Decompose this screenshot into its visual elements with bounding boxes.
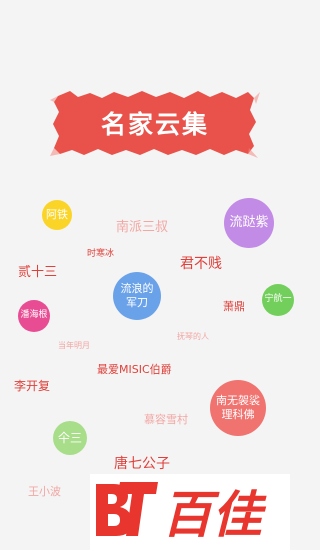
- banner-title: 名家云集: [100, 110, 209, 139]
- bubble-ge-san[interactable]: 仐三: [53, 421, 87, 455]
- bubble-label: 潘海根: [20, 310, 48, 321]
- word-jun-bu-jian[interactable]: 君不贱: [180, 257, 222, 271]
- brand-logo: 百佳: [90, 474, 290, 550]
- title-banner: 名家云集: [50, 88, 260, 158]
- word-tang-qi-gong-zi[interactable]: 唐七公子: [114, 457, 170, 471]
- word-er-shi-san[interactable]: 贰十三: [18, 266, 57, 279]
- bubble-label-line2: 军刀: [126, 296, 148, 309]
- brand-logo-text: 百佳: [162, 486, 267, 544]
- word-dang-nian-ming-yue[interactable]: 当年明月: [58, 342, 90, 350]
- bubble-pan-hai-gen[interactable]: 潘海根: [18, 300, 50, 332]
- bubble-nan-wu-jia-sha-li-ke-fo[interactable]: 南无袈裟 理科佛: [210, 380, 266, 436]
- bubble-label: 流跶紫: [229, 214, 269, 230]
- bubble-label: 宁航一: [264, 294, 292, 305]
- bubble-label-line1: 流浪的: [120, 282, 154, 296]
- bubble-label: 仐三: [57, 430, 82, 445]
- word-wang-xiao-bo[interactable]: 王小波: [28, 486, 61, 497]
- word-xiao-ding[interactable]: 萧鼎: [223, 301, 245, 312]
- bubble-label: 阿铁: [46, 208, 68, 222]
- brand-logo-mark: 百佳: [96, 482, 267, 544]
- bubble-liu-lang-de-jun-dao[interactable]: 流浪的 军刀: [113, 272, 161, 320]
- bubble-liu-zhi-zi[interactable]: 流跶紫: [224, 198, 274, 248]
- word-shi-han-bing[interactable]: 时寒冰: [87, 250, 114, 259]
- word-nan-pai-san-shu[interactable]: 南派三叔: [116, 221, 168, 234]
- word-zui-ai-music-bo-jue[interactable]: 最爱MISIC伯爵: [97, 364, 172, 375]
- bubble-label-line1: 南无袈裟: [216, 394, 260, 408]
- bubble-ning-hang-yi[interactable]: 宁航一: [262, 284, 294, 316]
- word-li-kai-fu[interactable]: 李开复: [14, 380, 50, 392]
- word-fu-qin-de-ren[interactable]: 抚琴的人: [177, 333, 209, 341]
- bubble-label-line2: 理科佛: [221, 408, 255, 421]
- bubble-a-tie[interactable]: 阿铁: [42, 200, 72, 230]
- word-mu-rong-xue-cun[interactable]: 慕容雪村: [144, 414, 188, 425]
